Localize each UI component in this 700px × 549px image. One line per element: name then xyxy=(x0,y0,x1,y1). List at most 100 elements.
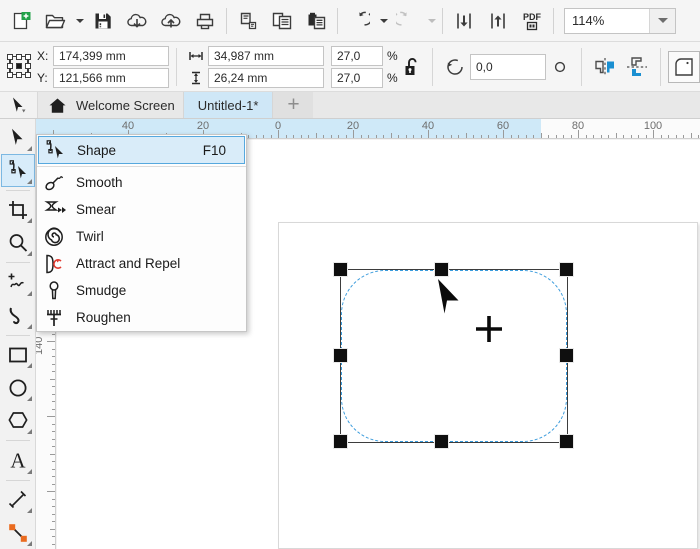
copy-button[interactable] xyxy=(265,4,299,38)
anchor-grid-icon[interactable] xyxy=(7,53,33,80)
ruler-tick xyxy=(50,453,55,455)
tab-untitled-1[interactable]: Untitled-1* xyxy=(183,92,274,118)
ruler-tick xyxy=(383,135,384,138)
open-document-dropdown[interactable] xyxy=(72,4,86,38)
ruler-label: 20 xyxy=(196,120,210,132)
ruler-tick xyxy=(473,135,474,138)
tab-welcome-screen[interactable]: Welcome Screen xyxy=(38,92,184,118)
object-width-input[interactable]: 34,987 mm xyxy=(208,45,324,66)
tool-zoom[interactable] xyxy=(1,226,35,259)
selection-handle[interactable] xyxy=(434,434,449,449)
tab-pointer-cell[interactable] xyxy=(0,92,38,118)
position-x-input[interactable]: 174,399 mm xyxy=(53,45,169,66)
menu-item-smudge[interactable]: Smudge xyxy=(38,277,245,304)
undo-dropdown[interactable] xyxy=(376,4,390,38)
position-y-input[interactable]: 121,566 mm xyxy=(53,67,169,88)
publish-pdf-button[interactable]: PDF xyxy=(515,4,549,38)
selection-handle[interactable] xyxy=(559,434,574,449)
ruler-tick xyxy=(52,423,55,425)
selection-handle[interactable] xyxy=(333,434,348,449)
import-file-button[interactable] xyxy=(447,4,481,38)
selected-rounded-rectangle[interactable] xyxy=(333,262,574,449)
object-height-input[interactable]: 26,24 mm xyxy=(208,67,324,88)
new-tab-button[interactable]: + xyxy=(273,92,314,118)
import-button[interactable] xyxy=(120,4,154,38)
ruler-tick xyxy=(308,135,309,138)
selection-handle[interactable] xyxy=(559,348,574,363)
rotation-angle-input[interactable]: 0,0 xyxy=(470,53,546,80)
cut-icon xyxy=(240,12,256,29)
ruler-tick xyxy=(458,135,459,138)
tool-pick[interactable] xyxy=(1,121,35,154)
zoom-level-combobox[interactable]: 114% xyxy=(564,7,676,34)
polygon-icon xyxy=(7,412,28,429)
undo-button[interactable] xyxy=(342,4,376,38)
ruler-tick xyxy=(52,483,55,485)
ruler-tick xyxy=(420,135,422,138)
object-size-fields: 34,987 mm 26,24 mm xyxy=(188,45,324,88)
tool-freehand[interactable] xyxy=(1,266,35,299)
ruler-tick xyxy=(540,133,542,138)
ruler-tick xyxy=(345,135,347,138)
cut-button[interactable] xyxy=(231,4,265,38)
zoom-level-dropdown-arrow[interactable] xyxy=(649,8,675,33)
ruler-tick xyxy=(52,521,55,522)
scale-horizontal-input[interactable]: 27,0 xyxy=(331,45,383,66)
tool-rectangle[interactable] xyxy=(1,339,35,372)
ruler-tick xyxy=(330,135,332,138)
ruler-tick xyxy=(593,135,594,138)
redo-button[interactable] xyxy=(390,4,424,38)
export-file-button[interactable] xyxy=(481,4,515,38)
save-button[interactable] xyxy=(86,4,120,38)
ruler-tick xyxy=(263,135,264,138)
menu-item-twirl[interactable]: Twirl xyxy=(38,223,245,250)
scale-factor-fields: 27,0 % 27,0 % xyxy=(331,45,398,88)
ruler-tick xyxy=(488,135,489,138)
ruler-tick xyxy=(413,135,414,138)
paste-button[interactable] xyxy=(299,4,333,38)
open-document-button[interactable] xyxy=(38,4,72,38)
smooth-brush-icon xyxy=(38,172,70,194)
ruler-tick xyxy=(608,135,609,138)
redo-dropdown[interactable] xyxy=(424,4,438,38)
tool-shape[interactable] xyxy=(0,153,35,187)
mirror-horizontal-icon xyxy=(595,57,614,76)
flyout-arrow-icon xyxy=(26,323,32,329)
menu-item-smear[interactable]: Smear xyxy=(38,196,245,223)
ruler-tick xyxy=(630,135,632,138)
scale-vertical-input[interactable]: 27,0 xyxy=(331,67,383,88)
menu-item-roughen-label: Roughen xyxy=(76,310,131,325)
print-button[interactable] xyxy=(188,4,222,38)
tool-ellipse[interactable] xyxy=(1,371,35,404)
selection-handle[interactable] xyxy=(333,348,348,363)
chevron-down-icon xyxy=(379,18,388,23)
tool-connector[interactable] xyxy=(1,516,35,549)
tool-polygon[interactable] xyxy=(1,404,35,437)
ruler-tick xyxy=(698,135,699,138)
selection-handle[interactable] xyxy=(434,262,449,277)
selection-handle[interactable] xyxy=(559,262,574,277)
ruler-label: 20 xyxy=(346,120,360,132)
menu-item-smooth[interactable]: Smooth xyxy=(38,169,245,196)
new-document-button[interactable] xyxy=(4,4,38,38)
menu-item-shape[interactable]: Shape F10 xyxy=(38,136,245,164)
mirror-vertically-button[interactable] xyxy=(621,51,653,83)
menu-item-smudge-label: Smudge xyxy=(76,283,127,298)
lock-ratio-button[interactable] xyxy=(399,52,425,82)
tool-dimension[interactable] xyxy=(1,484,35,517)
tool-crop[interactable] xyxy=(1,194,35,227)
tool-text[interactable]: A xyxy=(1,444,35,477)
export-button[interactable] xyxy=(154,4,188,38)
selection-handle[interactable] xyxy=(333,262,348,277)
flyout-arrow-icon xyxy=(26,468,32,474)
menu-item-attract-and-repel[interactable]: Attract and Repel xyxy=(38,250,245,277)
menu-item-roughen[interactable]: Roughen xyxy=(38,304,245,331)
tool-artistic-media[interactable] xyxy=(1,299,35,332)
toolbar-separator xyxy=(442,7,443,34)
shape-tools-flyout[interactable]: Shape F10 Smooth Smear Twirl Attract and Repe… xyxy=(36,134,247,332)
ruler-tick xyxy=(525,135,527,138)
page-outline-button[interactable] xyxy=(668,50,700,83)
property-bar: X: 174,399 mm Y: 121,566 mm 34,987 mm 26… xyxy=(0,42,700,92)
mirror-horizontally-button[interactable] xyxy=(589,51,621,83)
rotation-icon-holder xyxy=(440,52,470,82)
